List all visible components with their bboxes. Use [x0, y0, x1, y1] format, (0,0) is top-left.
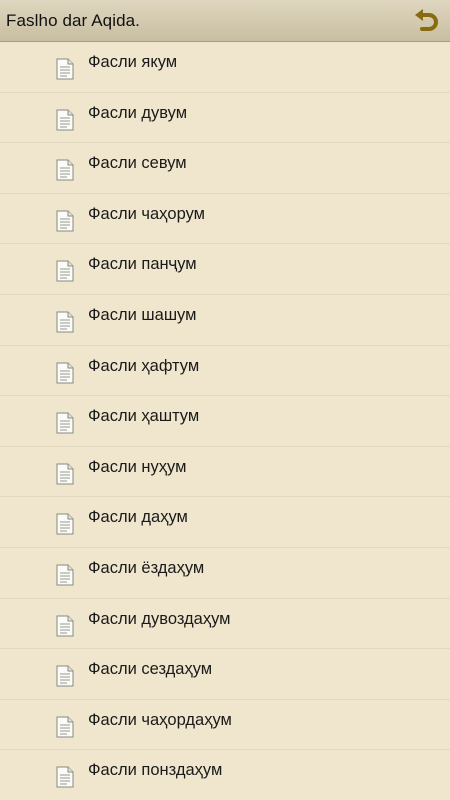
document-icon — [56, 362, 74, 384]
document-icon — [56, 159, 74, 181]
list-item-label: Фасли чаҳордаҳум — [88, 710, 232, 729]
list-item[interactable]: Фасли дувоздаҳум — [0, 599, 450, 650]
list-item-label: Фасли ҳафтум — [88, 356, 200, 375]
list-item[interactable]: Фасли панҷум — [0, 244, 450, 295]
document-icon — [56, 513, 74, 535]
undo-arrow-icon[interactable] — [412, 6, 442, 36]
header-bar: Faslho dar Aqida. — [0, 0, 450, 42]
document-icon — [56, 766, 74, 788]
list-item[interactable]: Фасли севум — [0, 143, 450, 194]
list-item-label: Фасли ёздаҳум — [88, 558, 205, 577]
list-item[interactable]: Фасли чаҳорум — [0, 194, 450, 245]
document-icon — [56, 463, 74, 485]
list-item-label: Фасли даҳум — [88, 508, 188, 527]
document-icon — [56, 58, 74, 80]
list-item[interactable]: Фасли нуҳум — [0, 447, 450, 498]
list-item-label: Фасли понздаҳум — [88, 761, 223, 780]
document-icon — [56, 564, 74, 586]
list-item[interactable]: Фасли шашум — [0, 295, 450, 346]
chapter-list: Фасли якум Фасли дувум Фасли севум Фасли… — [0, 42, 450, 800]
list-item[interactable]: Фасли ёздаҳум — [0, 548, 450, 599]
list-item[interactable]: Фасли дувум — [0, 93, 450, 144]
list-item[interactable]: Фасли ҳаштум — [0, 396, 450, 447]
list-item-label: Фасли дувоздаҳум — [88, 609, 231, 628]
document-icon — [56, 615, 74, 637]
list-item-label: Фасли панҷум — [88, 255, 197, 274]
list-item-label: Фасли ҳаштум — [88, 407, 200, 426]
list-item[interactable]: Фасли сездаҳум — [0, 649, 450, 700]
list-item-label: Фасли якум — [88, 53, 178, 71]
list-item[interactable]: Фасли даҳум — [0, 497, 450, 548]
document-icon — [56, 665, 74, 687]
list-item-label: Фасли дувум — [88, 103, 188, 122]
document-icon — [56, 260, 74, 282]
app-screen: Faslho dar Aqida. Фасли якум Фасли дувум — [0, 0, 450, 800]
list-item[interactable]: Фасли ҳафтум — [0, 346, 450, 397]
list-item[interactable]: Фасли чаҳордаҳум — [0, 700, 450, 751]
list-item-label: Фасли нуҳум — [88, 457, 187, 476]
document-icon — [56, 412, 74, 434]
list-item-label: Фасли сездаҳум — [88, 660, 213, 679]
document-icon — [56, 109, 74, 131]
page-title: Faslho dar Aqida. — [6, 11, 141, 30]
document-icon — [56, 210, 74, 232]
list-item[interactable]: Фасли понздаҳум — [0, 750, 450, 800]
document-icon — [56, 311, 74, 333]
document-icon — [56, 716, 74, 738]
list-item-label: Фасли чаҳорум — [88, 204, 205, 223]
list-item-label: Фасли севум — [88, 154, 187, 173]
list-item[interactable]: Фасли якум — [0, 42, 450, 93]
list-item-label: Фасли шашум — [88, 305, 197, 324]
